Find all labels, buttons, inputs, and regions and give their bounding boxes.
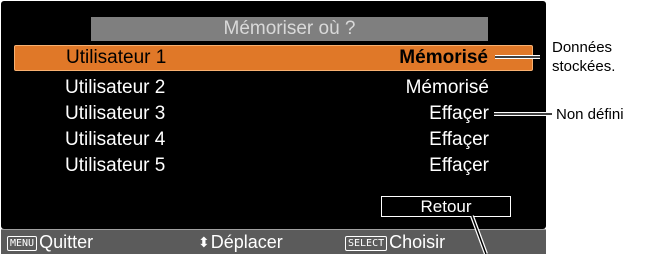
row-name: Utilisateur 3: [65, 103, 166, 124]
hint-select-label: Choisir: [389, 232, 446, 252]
menu-row-utilisateur-4[interactable]: Utilisateur 4 Effaçer: [14, 128, 533, 152]
hint-move-label: Déplacer: [210, 232, 283, 252]
menu-row-utilisateur-3[interactable]: Utilisateur 3 Effaçer: [14, 102, 533, 126]
row-status: Effaçer: [429, 155, 489, 176]
menu-key-icon: MENU: [7, 236, 38, 251]
row-name: Utilisateur 5: [65, 155, 166, 176]
row-status: Mémorisé: [405, 77, 489, 98]
up-down-arrow-icon: ⬍: [198, 234, 210, 250]
row-name: Utilisateur 2: [65, 77, 166, 98]
row-status: Effaçer: [429, 129, 489, 150]
callout-stored-line1: Données: [552, 39, 613, 56]
osd-menu: Mémoriser où ? Utilisateur 1 Mémorisé Ut…: [1, 1, 546, 229]
callout-stored-line2: stockées.: [552, 58, 616, 75]
row-name: Utilisateur 1: [66, 47, 167, 68]
menu-title: Mémoriser où ?: [91, 17, 488, 41]
row-status: Effaçer: [429, 103, 489, 124]
menu-row-utilisateur-2[interactable]: Utilisateur 2 Mémorisé: [14, 76, 533, 100]
row-status: Mémorisé: [399, 47, 488, 68]
menu-row-utilisateur-5[interactable]: Utilisateur 5 Effaçer: [14, 154, 533, 178]
hint-move: ⬍Déplacer: [198, 231, 283, 253]
hint-quit: MENU Quitter: [7, 231, 93, 253]
row-name: Utilisateur 4: [65, 129, 166, 150]
callout-stored: Données stockées.: [552, 38, 615, 76]
retour-button[interactable]: Retour: [381, 196, 511, 217]
hint-select: SELECT Choisir: [345, 231, 445, 253]
select-key-icon: SELECT: [345, 236, 388, 251]
menu-row-utilisateur-1[interactable]: Utilisateur 1 Mémorisé: [14, 45, 533, 71]
hint-quit-label: Quitter: [39, 232, 94, 252]
bottom-help-bar: MENU Quitter ⬍Déplacer SELECT Choisir: [1, 229, 546, 254]
callout-undefined: Non défini: [556, 106, 624, 123]
